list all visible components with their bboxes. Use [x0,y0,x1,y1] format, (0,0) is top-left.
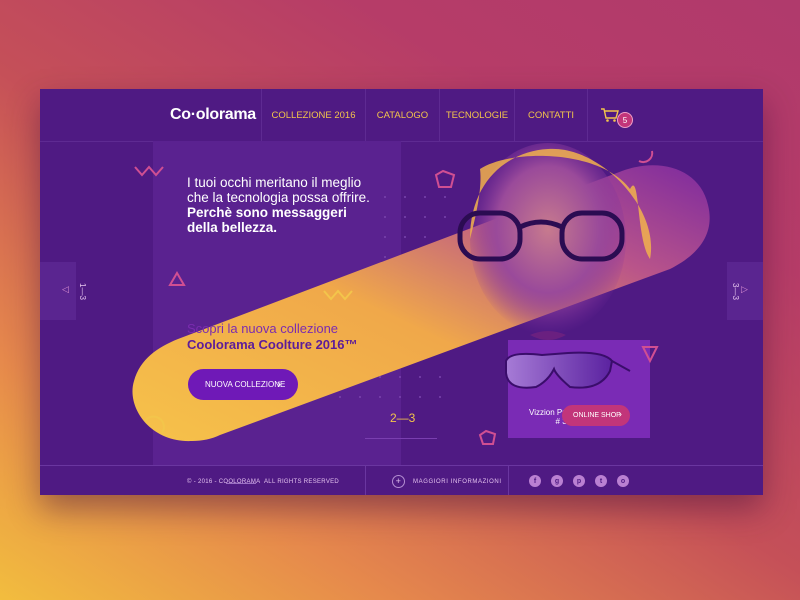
hero-subheadline: Scopri la nuova collezione Coolorama Coo… [187,321,427,353]
prev-slide-tab[interactable]: ◁ 1—3 [40,262,87,320]
twitter-icon[interactable]: t [595,475,607,487]
pager-underline [365,438,437,439]
more-info-link[interactable]: + MAGGIORI INFORMAZIONI [392,475,502,488]
slide-pager: 2—3 [390,411,416,425]
footer-separator [365,466,366,495]
prev-slide-label: 1—3 [77,283,87,300]
plus-icon: + [392,475,405,488]
social-links: f g p t o [529,475,639,487]
arrow-right-icon: ▷ [741,284,748,294]
more-info-label: MAGGIORI INFORMAZIONI [413,478,502,485]
footer: © - 2016 - COOLORAMA ALL RIGHTS RESERVED… [40,465,763,495]
hero-line-1: I tuoi occhi meritano il meglio [187,175,362,190]
copyright-text: © - 2016 - COOLORAMA [187,479,261,485]
new-collection-label: NUOVA COLLEZIONE [205,380,286,389]
chevron-right-icon: › [277,377,281,391]
next-slide-tab[interactable]: 3—3 ▷ [727,262,763,320]
arrow-left-icon: ◁ [62,284,69,294]
hero-line-4: della bellezza. [187,220,278,235]
chevron-right-icon: › [618,409,622,420]
next-slide-label: 3—3 [730,283,740,300]
sub-line-1: Scopri la nuova collezione [187,321,339,336]
footer-divider-line [226,483,256,484]
footer-separator [508,466,509,495]
online-shop-label: ONLINE SHOP [573,412,621,419]
instagram-icon[interactable]: o [617,475,629,487]
new-collection-button[interactable]: NUOVA COLLEZIONE › [188,369,298,400]
product-glasses-image [505,351,631,389]
hero-line-2: che la tecnologia possa offrire. [187,190,370,205]
facebook-icon[interactable]: f [529,475,541,487]
hero-artwork [132,143,710,445]
hero-headline: I tuoi occhi meritano il meglio che la t… [187,175,427,235]
sub-line-2: Coolorama Coolture 2016™ [187,337,358,352]
google-plus-icon[interactable]: g [551,475,563,487]
hero-line-3: Perchè sono messaggeri [187,205,347,220]
rights-text: ALL RIGHTS RESERVED [264,479,340,485]
pinterest-icon[interactable]: p [573,475,585,487]
landing-card: Co·olorama COLLEZIONE 2016 CATALOGO TECN… [40,89,763,495]
online-shop-button[interactable]: ONLINE SHOP › [562,405,630,426]
